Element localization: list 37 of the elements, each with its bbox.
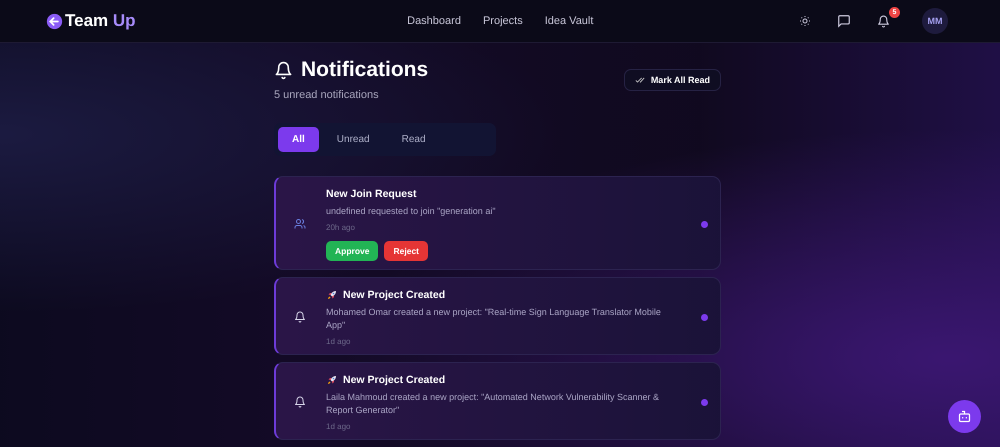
sun-icon [799,15,811,27]
notification-time: 1d ago [326,336,352,346]
bell-icon [877,14,890,28]
logo-text[interactable]: Team Up [65,11,136,31]
filter-tab[interactable]: Unread [322,127,384,152]
filter-tab[interactable]: All [278,127,319,152]
bell-icon [294,396,306,408]
chat-icon [837,14,851,28]
notification-message: Laila Mahmoud created a new project: "Automated Network Vulnerability Scanner & Report Generator" [326,390,660,417]
rocket-icon [326,374,338,386]
notification-card[interactable]: New Join Request undefined requested to join "generation ai" 20h ago Approve Reject [274,176,721,270]
robot-icon [957,409,972,424]
user-avatar[interactable]: MM [922,8,948,34]
nav-link[interactable]: Dashboard [407,15,461,27]
bell-icon [274,60,293,80]
notification-card[interactable]: New Project Created Laila Mahmoud created a new project: "Automated Network Vulnerability Scanner & Report Generator" 1d ago [274,362,721,440]
notification-message: undefined requested to join "generation ai" [326,205,497,218]
notification-title: New Project Created [343,374,446,386]
people-icon [294,218,306,230]
reject-button[interactable]: Reject [384,240,428,260]
notification-message: Mohamed Omar created a new project: "Real-time Sign Language Translator Mobile App" [326,306,662,332]
nav-link[interactable]: Projects [482,15,523,27]
rocket-icon [326,288,338,300]
nav-link[interactable]: Idea Vault [544,15,594,27]
page-title: Notifications [301,58,428,82]
notification-card[interactable]: New Project Created Mohamed Omar created a new project: "Real-time Sign Language Translator Mobile App" 1d ago [274,276,721,354]
notification-time: 20h ago [326,222,356,232]
unread-count: 5 unread notifications [274,89,380,101]
notification-time: 1d ago [326,422,352,430]
notification-title: New Join Request [326,188,416,200]
bell-icon [294,311,306,323]
notification-title: New Project Created [343,288,446,300]
logo-icon [46,12,63,30]
mark-all-read-button[interactable]: Mark All Read [624,69,721,91]
double-check-icon [634,75,645,85]
chatbot-button[interactable] [948,400,981,433]
filter-tab[interactable]: Read [388,127,440,152]
